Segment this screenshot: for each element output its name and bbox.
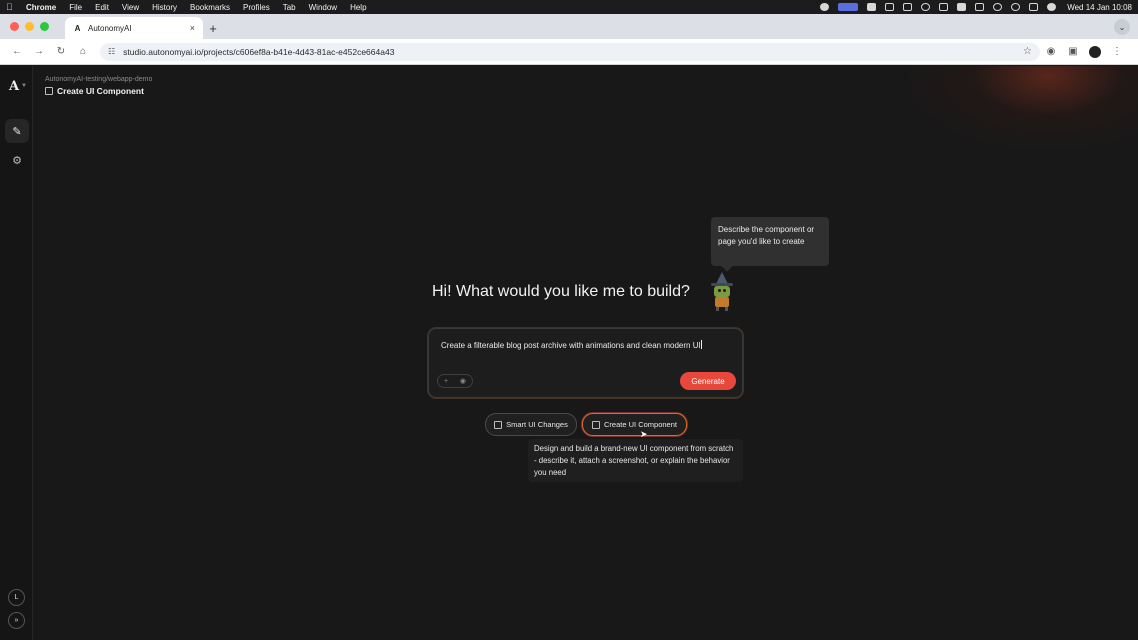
home-icon[interactable]: ⌂	[72, 46, 94, 57]
background-glow	[898, 66, 1138, 156]
new-tab-button[interactable]: +	[203, 17, 223, 39]
address-bar-url[interactable]: studio.autonomyai.io/projects/c606ef8a-b…	[123, 47, 1023, 57]
spotlight-search-icon[interactable]	[1011, 3, 1021, 11]
more-options-icon[interactable]: ⋮	[1106, 46, 1128, 57]
screenshot-icon[interactable]: ◉	[1040, 46, 1062, 57]
page-title: Create UI Component	[57, 86, 144, 96]
tab-title: AutonomyAI	[88, 23, 132, 33]
mode-tooltip: Design and build a brand-new UI componen…	[528, 439, 743, 482]
component-icon	[45, 87, 53, 95]
wizard-robot-mascot	[708, 272, 736, 312]
prompt-value[interactable]: Create a filterable blog post archive wi…	[441, 341, 701, 350]
browser-toolbar: ← → ↻ ⌂ ☷ studio.autonomyai.io/projects/…	[0, 39, 1138, 65]
menu-bookmarks[interactable]: Bookmarks	[190, 3, 230, 12]
settings-gear-icon[interactable]: ⚙	[5, 148, 29, 172]
tab-search-chevron-icon[interactable]: ⌄	[1114, 19, 1130, 35]
sidebar: A ▼ ✎ ⚙ L »	[0, 66, 33, 640]
hint-speech-bubble: Describe the component or page you'd lik…	[711, 217, 829, 266]
reload-icon[interactable]: ↻	[50, 46, 72, 57]
page-title-row: Create UI Component	[45, 86, 144, 96]
user-avatar[interactable]: L	[8, 589, 25, 606]
menu-window[interactable]: Window	[309, 3, 337, 12]
smart-ui-changes-label: Smart UI Changes	[506, 420, 568, 429]
site-settings-icon[interactable]: ☷	[108, 47, 115, 56]
window-controls	[0, 14, 59, 39]
siri-icon[interactable]	[1047, 3, 1057, 11]
app-main: A ▼ ✎ ⚙ L » AutonomyAI-testing/webapp-de…	[0, 66, 1138, 640]
prompt-input-box[interactable]: Create a filterable blog post archive wi…	[428, 328, 743, 398]
menu-profiles[interactable]: Profiles	[243, 3, 270, 12]
menu-extra-icon[interactable]	[939, 3, 949, 11]
workspace-chevron-icon[interactable]: ▼	[21, 83, 27, 89]
close-tab-icon[interactable]: ×	[190, 23, 195, 33]
browser-tabstrip: A AutonomyAI × + ⌄	[0, 14, 1138, 39]
component-icon	[592, 420, 601, 429]
play-icon[interactable]	[921, 3, 931, 11]
macos-menubar:  Chrome File Edit View History Bookmark…	[0, 0, 1138, 14]
greeting-heading: Hi! What would you like me to build?	[432, 283, 690, 300]
record-icon[interactable]	[820, 3, 830, 11]
menu-view[interactable]: View	[122, 3, 139, 12]
keyboard-layout-icon[interactable]	[957, 3, 967, 11]
menu-edit[interactable]: Edit	[95, 3, 109, 12]
translate-icon[interactable]	[867, 3, 877, 11]
attach-screenshot-icon[interactable]: ◉	[460, 377, 466, 385]
extensions-icon[interactable]: ▣	[1062, 46, 1084, 57]
generate-button[interactable]: Generate	[680, 372, 736, 390]
apple-icon[interactable]: 	[6, 2, 16, 12]
create-ui-component-label: Create UI Component	[604, 420, 677, 429]
wifi-icon[interactable]	[993, 3, 1003, 11]
forward-arrow-icon[interactable]: →	[28, 46, 50, 57]
expand-sidebar-icon[interactable]: »	[8, 612, 25, 629]
smart-changes-icon	[494, 420, 503, 429]
text-caret	[700, 340, 702, 349]
menubar-clock[interactable]: Wed 14 Jan 10:08	[1067, 3, 1132, 12]
add-plus-icon[interactable]: +	[444, 378, 448, 385]
status-icons: Wed 14 Jan 10:08	[820, 3, 1132, 12]
back-arrow-icon[interactable]: ←	[6, 46, 28, 57]
app-logo[interactable]: A	[9, 79, 19, 94]
smart-ui-changes-button[interactable]: Smart UI Changes	[485, 413, 577, 436]
browser-tab[interactable]: A AutonomyAI ×	[65, 17, 203, 39]
bookmark-star-icon[interactable]: ☆	[1023, 46, 1032, 57]
menu-app-name[interactable]: Chrome	[26, 3, 56, 12]
menu-file[interactable]: File	[69, 3, 82, 12]
clipboard-icon[interactable]	[903, 3, 913, 11]
prompt-text-field[interactable]: Create a filterable blog post archive wi…	[441, 340, 702, 350]
create-ui-component-button[interactable]: Create UI Component	[582, 413, 687, 436]
address-bar[interactable]: ☷ studio.autonomyai.io/projects/c606ef8a…	[100, 42, 1040, 61]
menu-tab[interactable]: Tab	[283, 3, 296, 12]
edit-pencil-icon[interactable]: ✎	[5, 119, 29, 143]
zoom-window-button[interactable]	[40, 22, 49, 31]
menu-help[interactable]: Help	[350, 3, 366, 12]
minimize-window-button[interactable]	[25, 22, 34, 31]
close-window-button[interactable]	[10, 22, 19, 31]
menu-history[interactable]: History	[152, 3, 177, 12]
screen-share-icon[interactable]	[838, 3, 859, 11]
autonomyai-favicon-icon: A	[74, 23, 81, 33]
profile-avatar[interactable]	[1089, 45, 1101, 58]
attachment-controls: + ◉	[437, 374, 473, 388]
control-center-icon[interactable]	[1029, 3, 1039, 11]
notion-icon[interactable]	[885, 3, 895, 11]
breadcrumb[interactable]: AutonomyAI-testing/webapp-demo	[45, 76, 152, 83]
battery-icon[interactable]	[975, 3, 985, 11]
